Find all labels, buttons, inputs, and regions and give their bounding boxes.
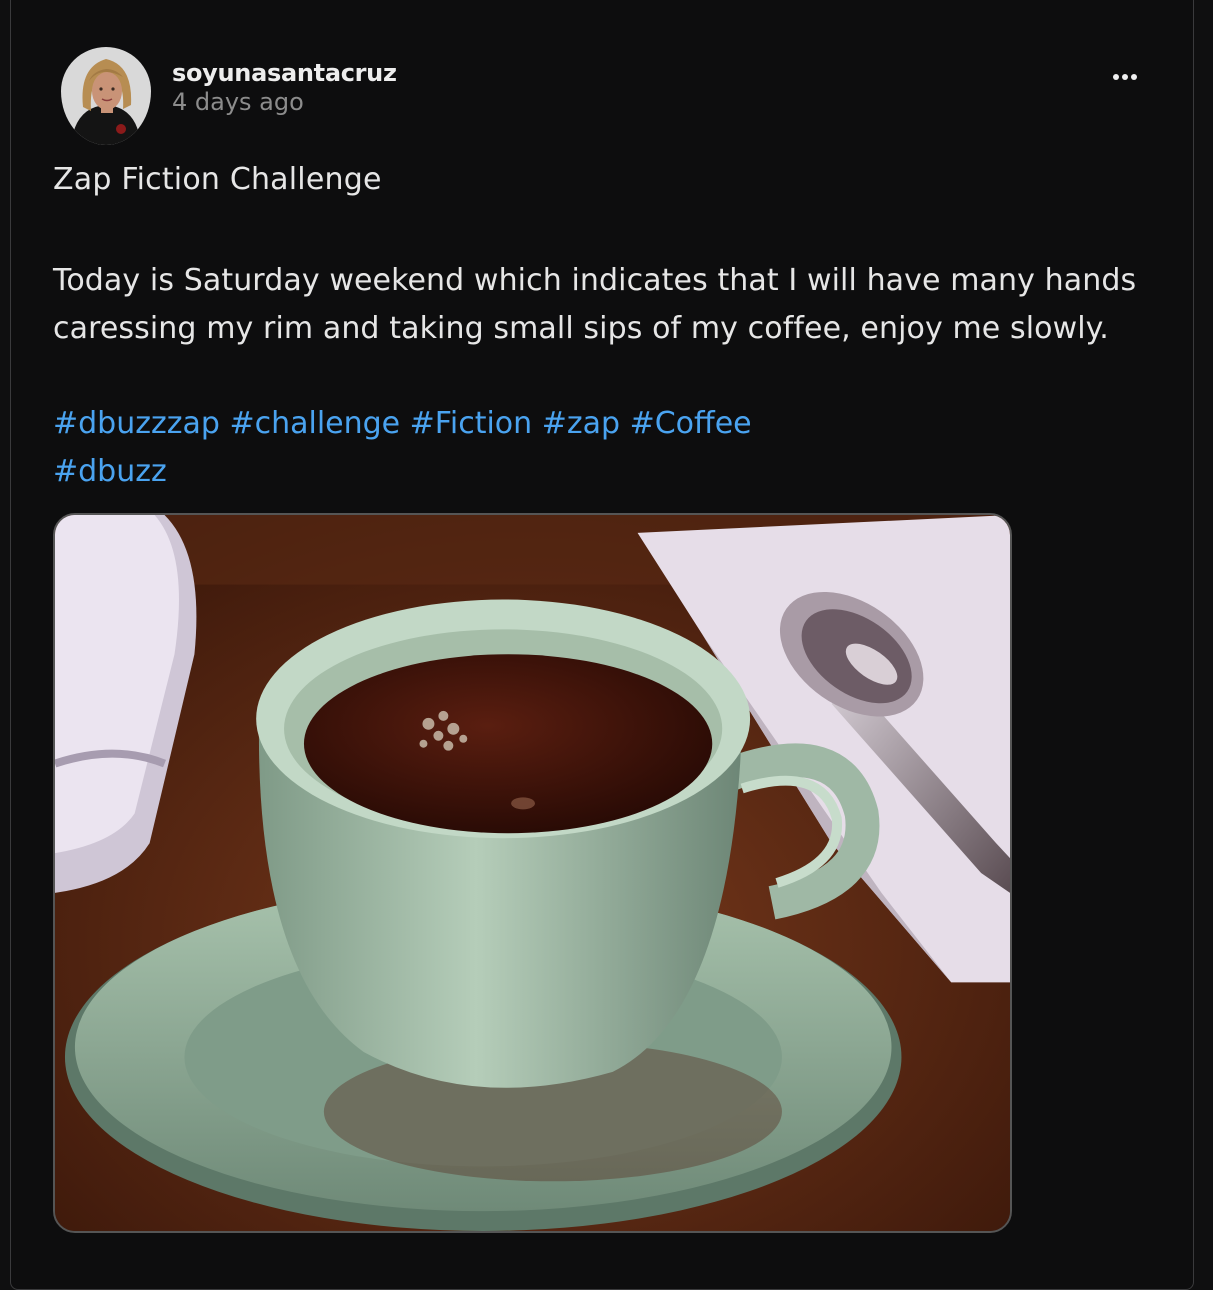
post-title: Zap Fiction Challenge bbox=[53, 162, 382, 197]
avatar[interactable] bbox=[61, 47, 151, 145]
post-image[interactable] bbox=[53, 513, 1012, 1233]
tags-line: #dbuzz bbox=[53, 448, 1163, 496]
post-body: Today is Saturday weekend which indicate… bbox=[53, 263, 1137, 346]
more-options-button[interactable] bbox=[1104, 65, 1146, 89]
coffee-cup-image bbox=[55, 515, 1010, 1231]
hashtag-link[interactable]: #challenge bbox=[229, 406, 400, 441]
avatar-image bbox=[61, 47, 151, 145]
hashtag-link[interactable]: #Fiction bbox=[410, 406, 533, 441]
hashtag-link[interactable]: #dbuzz bbox=[53, 454, 167, 489]
post-card: soyunasantacruz 4 days ago Zap Fiction C… bbox=[10, 0, 1194, 1290]
tags-line: #dbuzzzap #challenge #Fiction #zap #Coff… bbox=[53, 400, 1163, 448]
post-timestamp: 4 days ago bbox=[172, 88, 304, 116]
hashtag-link[interactable]: #dbuzzzap bbox=[53, 406, 220, 441]
post-tags: #dbuzzzap #challenge #Fiction #zap #Coff… bbox=[53, 400, 1163, 496]
more-horizontal-icon bbox=[1113, 74, 1119, 80]
hashtag-link[interactable]: #Coffee bbox=[630, 406, 752, 441]
more-horizontal-icon-dot bbox=[1131, 74, 1137, 80]
username[interactable]: soyunasantacruz bbox=[172, 59, 397, 87]
hashtag-link[interactable]: #zap bbox=[542, 406, 620, 441]
more-horizontal-icon-dot bbox=[1122, 74, 1128, 80]
